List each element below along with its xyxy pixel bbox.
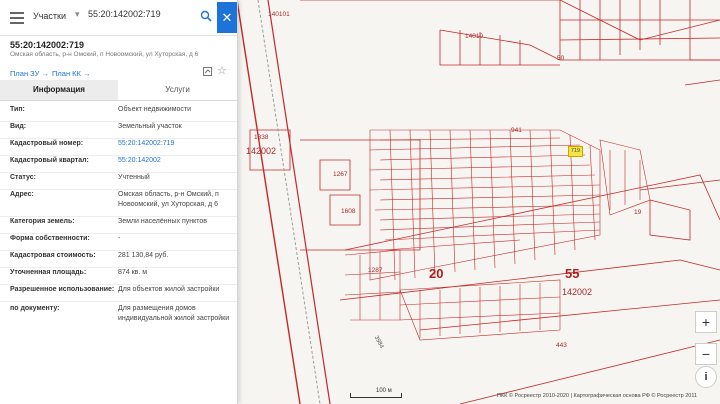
close-icon[interactable]: ✕ [217, 2, 237, 33]
info-row-label: Статус: [10, 174, 36, 181]
plan-zu-link[interactable]: План ЗУ → [10, 69, 49, 78]
info-row-label: Кадастровый номер: [10, 140, 84, 147]
info-row-label: Уточненная площадь: [10, 269, 87, 276]
info-row-value: - [118, 235, 121, 242]
info-row-value: Земельный участок [118, 123, 182, 130]
search-input[interactable] [88, 9, 196, 19]
cadastral-number-link[interactable]: 55:20:142002:719 [118, 139, 232, 149]
panel-tabs: Информация Услуги [0, 80, 237, 101]
info-row: Статус: Учтенный [0, 173, 237, 190]
info-row: Уточненная площадь: 874 кв. м [0, 268, 237, 285]
info-row-label: Тип: [10, 106, 25, 113]
map-label-14010: 14010 [465, 33, 484, 40]
info-button[interactable]: i [695, 366, 717, 388]
info-row-label: Категория земель: [10, 218, 75, 225]
tab-information[interactable]: Информация [0, 80, 118, 100]
star-icon[interactable]: ☆ [217, 64, 227, 77]
map-label-941: 941 [511, 127, 522, 134]
info-row-label: Кадастровый квартал: [10, 157, 89, 164]
info-row-value: Земли населённых пунктов [118, 218, 208, 225]
info-row: Категория земель: Земли населённых пункт… [0, 217, 237, 234]
object-address: Омская область, р-н Омский, п Новоомский… [10, 51, 199, 58]
map-label-55: 55 [565, 266, 580, 281]
info-row-value: Для размещения домов индивидуальной жило… [118, 305, 230, 322]
info-row-label: Вид: [10, 123, 27, 130]
info-row-value: Омская область, р-н Омский, п Новоомский… [118, 191, 219, 208]
search-icon[interactable] [200, 10, 212, 22]
search-bar: Участки ▾ ✕ [0, 0, 237, 36]
object-type-select[interactable]: Участки [33, 11, 66, 21]
cadastral-quarter-link[interactable]: 55:20:142002 [118, 156, 232, 166]
info-row: Кадастровая стоимость: 281 130,84 руб. [0, 251, 237, 268]
info-row-value: 281 130,84 руб. [118, 252, 169, 259]
print-icon[interactable] [203, 67, 212, 76]
map-label-50: 50 [557, 55, 565, 62]
map-label-20: 20 [429, 266, 444, 281]
info-row-value: Учтенный [118, 174, 150, 181]
map-label-19: 19 [634, 209, 642, 216]
info-row: Тип: Объект недвижимости [0, 105, 237, 122]
info-row: по документу: Для размещения домов индив… [0, 304, 237, 328]
info-row: Форма собственности: - [0, 234, 237, 251]
object-title: 55:20:142002:719 [10, 40, 85, 50]
info-panel: Участки ▾ ✕ 55:20:142002:719 Омская обла… [0, 0, 238, 404]
info-row-value: 874 кв. м [118, 269, 148, 276]
plan-kk-link[interactable]: План КК → [52, 69, 91, 78]
info-row-label: Разрешенное использование: [10, 286, 115, 293]
map-label-142002-right: 142002 [562, 287, 593, 297]
zoom-in-button[interactable]: + [695, 311, 717, 333]
map-label-1338: 1338 [254, 134, 269, 141]
info-row: Кадастровый квартал: 55:20:142002 [0, 156, 237, 173]
info-row: Кадастровый номер: 55:20:142002:719 [0, 139, 237, 156]
zoom-out-button[interactable]: − [695, 343, 717, 365]
tab-services[interactable]: Услуги [118, 80, 237, 100]
selected-parcel-marker[interactable]: 719 [568, 146, 583, 157]
map-label-140101: 140101 [268, 11, 290, 18]
scale-label: 100 м [376, 388, 392, 394]
info-row-label: Адрес: [10, 191, 34, 198]
map-label-443: 443 [556, 342, 567, 349]
map-label-142002-left: 142002 [246, 146, 277, 156]
map-label-1267: 1267 [333, 171, 348, 178]
chevron-down-icon[interactable]: ▾ [75, 9, 80, 20]
map-label-1287: 1287 [368, 267, 383, 274]
info-row: Вид: Земельный участок [0, 122, 237, 139]
info-row-label: Форма собственности: [10, 235, 90, 242]
info-row: Разрешенное использование: Для объектов … [0, 285, 237, 302]
info-row-value: Для объектов жилой застройки [118, 286, 220, 293]
menu-icon[interactable] [9, 9, 25, 25]
map-label-1608: 1608 [341, 208, 356, 215]
info-row: Адрес: Омская область, р-н Омский, п Нов… [0, 190, 237, 217]
info-row-value: Объект недвижимости [118, 106, 192, 113]
info-row-label: по документу: [10, 305, 60, 312]
info-row-label: Кадастровая стоимость: [10, 252, 96, 259]
copyright-text: ПКК © Росреестр 2010-2020 | Картографиче… [497, 393, 698, 399]
